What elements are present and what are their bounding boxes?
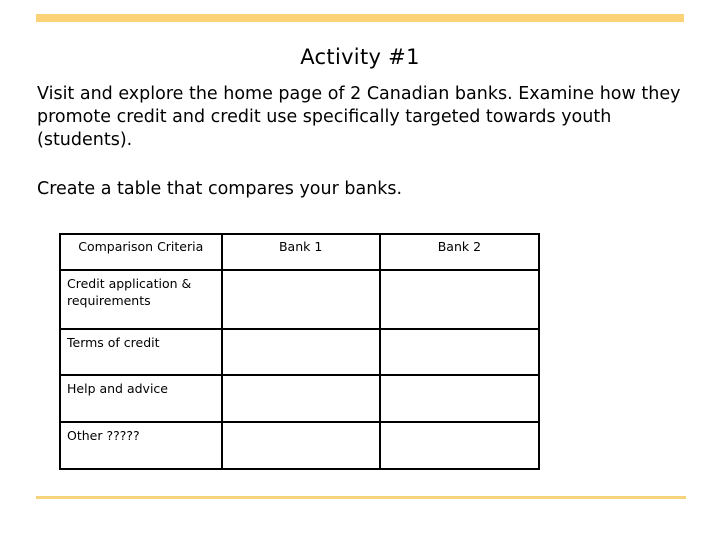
task-text: Create a table that compares your banks. [37,179,403,199]
table-row: Credit application & requirements [59,269,541,330]
table-row: Help and advice [59,374,541,423]
criteria-cell: Terms of credit [59,328,223,376]
bank-1-cell[interactable] [220,269,381,330]
criteria-cell: Other ????? [59,421,223,470]
bank-2-cell[interactable] [378,374,541,423]
bank-1-cell[interactable] [220,374,381,423]
bank-2-cell[interactable] [378,421,541,470]
table-header-row: Comparison Criteria Bank 1 Bank 2 [59,233,541,271]
bank-1-cell[interactable] [220,328,381,376]
header-bank-1: Bank 1 [220,233,381,271]
table-row: Terms of credit [59,328,541,376]
bank-2-cell[interactable] [378,328,541,376]
criteria-cell: Help and advice [59,374,223,423]
header-bank-2: Bank 2 [378,233,541,271]
instructions-text: Visit and explore the home page of 2 Can… [37,84,681,150]
bottom-accent-bar [36,496,686,499]
comparison-table: Comparison Criteria Bank 1 Bank 2 Credit… [59,233,541,470]
top-accent-bar [36,14,684,22]
bank-2-cell[interactable] [378,269,541,330]
bank-1-cell[interactable] [220,421,381,470]
criteria-cell: Credit application & requirements [59,269,223,330]
slide-title: Activity #1 [300,45,420,70]
table-row: Other ????? [59,421,541,470]
header-criteria: Comparison Criteria [59,233,223,271]
